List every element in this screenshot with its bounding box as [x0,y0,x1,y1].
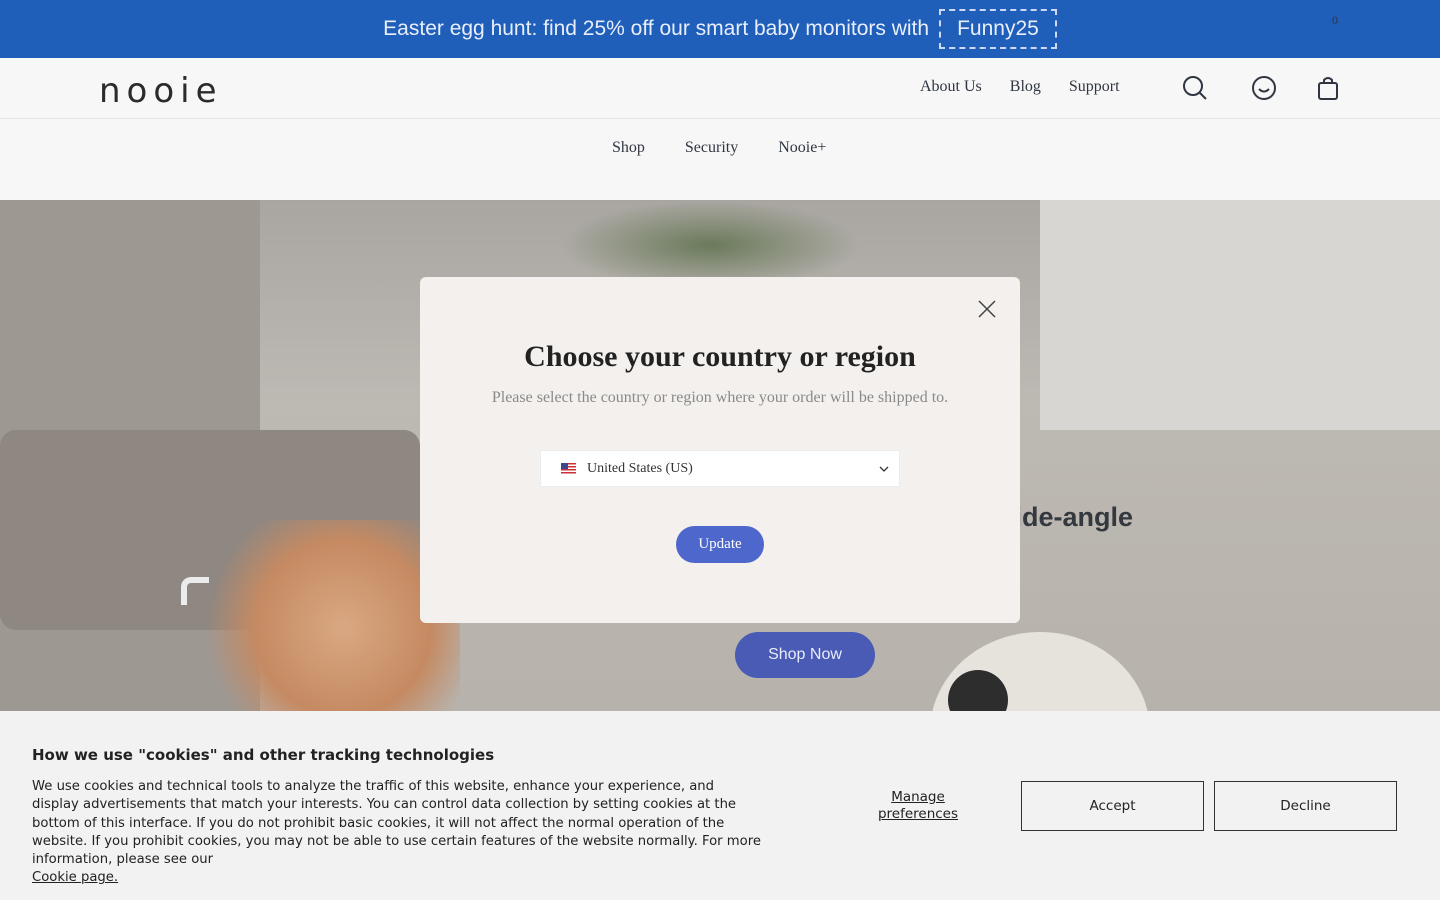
cookie-page-link[interactable]: Cookie page. [32,870,118,885]
nav-blog[interactable]: Blog [1010,78,1041,96]
top-nav: About Us Blog Support [920,78,1120,96]
site-header: nooie About Us Blog Support [0,58,1440,119]
subnav-nooie-plus[interactable]: Nooie+ [778,139,826,157]
subnav-security[interactable]: Security [685,139,738,157]
country-select[interactable]: United States (US) [540,450,900,487]
manage-preferences-link[interactable]: Manage preferences [868,789,968,823]
update-button[interactable]: Update [676,526,764,563]
modal-subtitle: Please select the country or region wher… [491,389,949,406]
account-icon[interactable] [1250,74,1278,102]
cart-count: 0 [1332,13,1338,27]
chevron-down-icon [879,466,889,472]
us-flag-icon [561,463,576,474]
search-icon[interactable] [1181,74,1209,102]
cookie-body-text: We use cookies and technical tools to an… [32,779,761,868]
decline-button[interactable]: Decline [1214,781,1397,831]
cookie-title: How we use "cookies" and other tracking … [32,746,495,764]
nav-support[interactable]: Support [1069,78,1120,96]
hero-window [1040,200,1440,430]
subnav-shop[interactable]: Shop [612,139,645,157]
cookie-banner: How we use "cookies" and other tracking … [0,711,1440,900]
nav-about-us[interactable]: About Us [920,78,982,96]
cookie-body: We use cookies and technical tools to an… [32,778,762,888]
promo-code[interactable]: Funny25 [939,9,1057,49]
accept-button[interactable]: Accept [1021,781,1204,831]
promo-bar: Easter egg hunt: find 25% off our smart … [0,0,1440,58]
logo[interactable]: nooie [99,71,223,111]
shop-now-button[interactable]: Shop Now [735,632,875,678]
category-nav: Shop Security Nooie+ [0,119,1440,200]
cart-icon[interactable] [1314,74,1342,102]
selected-country: United States (US) [587,460,693,476]
promo-text: Easter egg hunt: find 25% off our smart … [383,17,930,40]
hero-slide-mark [181,577,209,605]
modal-title: Choose your country or region [524,340,916,373]
close-icon[interactable] [977,299,997,319]
